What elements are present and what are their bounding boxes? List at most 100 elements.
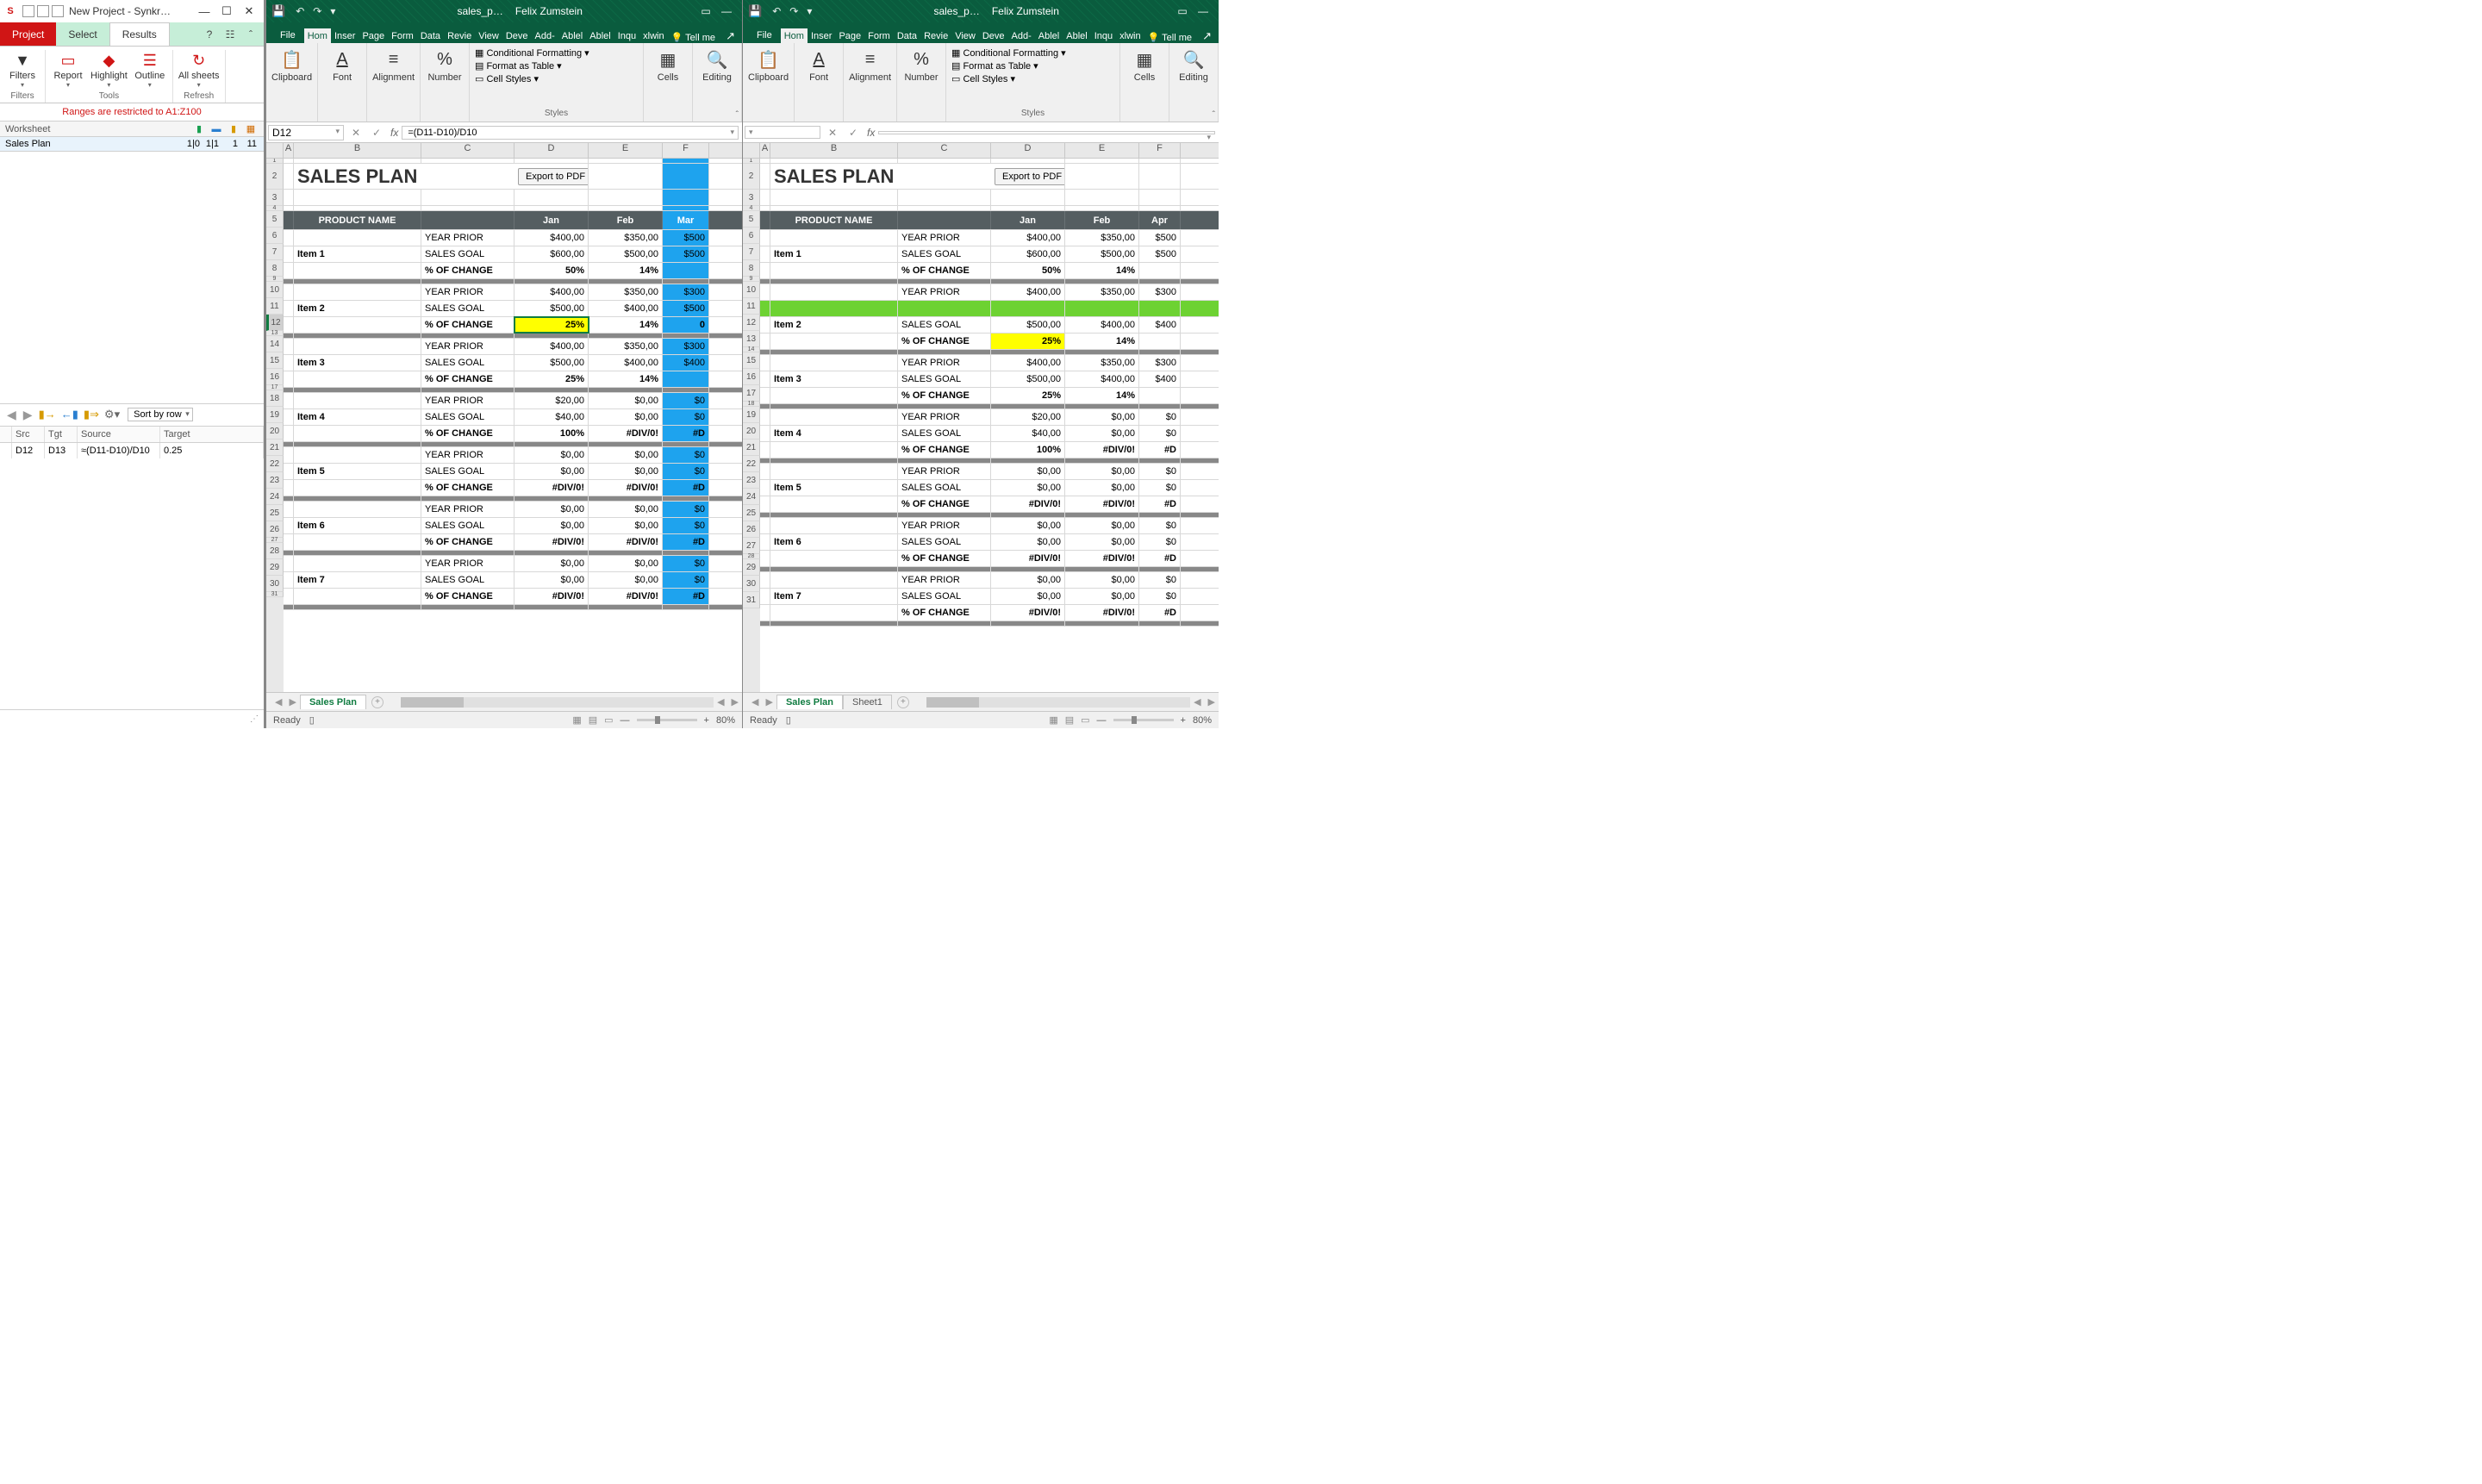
col-header-E[interactable]: E (589, 143, 663, 158)
legend-icon[interactable]: ▮ (226, 123, 241, 134)
row-header[interactable]: 6 (266, 228, 284, 244)
row-header[interactable]: 23 (743, 472, 760, 489)
cell-value[interactable] (1139, 388, 1181, 403)
cell-value[interactable]: $500 (663, 246, 709, 262)
cell-value[interactable]: $0 (663, 393, 709, 408)
cell-value[interactable]: 25% (514, 371, 589, 387)
ribbon-tab-ablel[interactable]: Ablel (1063, 28, 1090, 43)
cell-value[interactable] (663, 371, 709, 387)
select-all[interactable] (266, 143, 284, 158)
row-header[interactable]: 28 (266, 543, 284, 559)
add-sheet-button[interactable]: + (371, 696, 384, 708)
sheet-nav-prev-icon[interactable]: ◀ (271, 696, 285, 708)
collapse-ribbon-icon[interactable]: ˆ (736, 110, 739, 120)
cell-value[interactable]: $20,00 (514, 393, 589, 408)
cell-value[interactable]: $0,00 (589, 447, 663, 463)
spreadsheet-grid[interactable]: ABCDEF1234567891011121314151617181920212… (266, 143, 742, 692)
row-header[interactable]: 27 (743, 538, 760, 554)
minimize-button[interactable]: — (716, 5, 737, 17)
row-header[interactable]: 12 (743, 315, 760, 331)
ribbon-tab-file[interactable]: File (271, 28, 304, 43)
legend-icon[interactable]: ▮ (191, 123, 207, 134)
col-header-B[interactable]: B (770, 143, 898, 158)
cell-value[interactable]: $400,00 (589, 355, 663, 371)
view-break-icon[interactable]: ▭ (604, 714, 613, 726)
cell-value[interactable]: #DIV/0! (514, 589, 589, 604)
ribbon-tab-data[interactable]: Data (417, 28, 444, 43)
row-header[interactable]: 23 (266, 472, 284, 489)
cell-value[interactable]: #DIV/0! (589, 426, 663, 441)
cell-value[interactable]: #D (663, 534, 709, 550)
view-normal-icon[interactable]: ▦ (572, 714, 581, 726)
columns-icon[interactable]: ☷ (221, 22, 240, 46)
cell-value[interactable]: $500,00 (1065, 246, 1139, 262)
ribbon-tab-revie[interactable]: Revie (920, 28, 951, 43)
titlebar-tool-icon[interactable] (22, 5, 34, 17)
zoom-slider[interactable] (637, 719, 697, 721)
legend-icon[interactable]: ▦ (243, 123, 259, 134)
titlebar-tool-icon[interactable] (52, 5, 64, 17)
cell-value[interactable]: $0,00 (589, 409, 663, 425)
sync-left-icon[interactable]: ←▮ (60, 408, 79, 421)
cell-value[interactable]: $400 (1139, 371, 1181, 387)
cell-value[interactable]: $350,00 (589, 230, 663, 246)
cell-value[interactable]: $400,00 (1065, 371, 1139, 387)
cell-value[interactable]: #DIV/0! (1065, 605, 1139, 620)
col-header-D[interactable]: D (991, 143, 1065, 158)
zoom-out-button[interactable]: — (1097, 715, 1107, 726)
cell-value[interactable]: $500 (663, 301, 709, 316)
sync-all-right-icon[interactable]: ▮⇒ (83, 408, 100, 421)
conditional-formatting-button[interactable]: ▦ Conditional Formatting ▾ (951, 47, 1114, 59)
cell-value[interactable]: $0,00 (514, 464, 589, 479)
cell-value[interactable]: 14% (1065, 263, 1139, 278)
font-button[interactable]: AFont (800, 47, 838, 83)
cell-value[interactable]: 25% (514, 317, 589, 333)
maximize-button[interactable]: ☐ (215, 4, 238, 18)
ribbon-tab-view[interactable]: View (951, 28, 979, 43)
sync-right-icon[interactable]: ▮→ (38, 408, 57, 421)
cell-value[interactable]: $0,00 (1065, 572, 1139, 588)
ribbon-tab-inqu[interactable]: Inqu (1091, 28, 1116, 43)
cell-value[interactable]: $400,00 (991, 230, 1065, 246)
cell-value[interactable]: #DIV/0! (589, 534, 663, 550)
view-layout-icon[interactable]: ▤ (589, 714, 597, 726)
cell-value[interactable]: $0,00 (589, 502, 663, 517)
ribbon-tab-ablel[interactable]: Ablel (586, 28, 614, 43)
row-header[interactable]: 8 (743, 260, 760, 277)
cell-value[interactable]: $0,00 (514, 518, 589, 533)
cell-styles-button[interactable]: ▭ Cell Styles ▾ (951, 72, 1114, 85)
cell-value[interactable]: $0,00 (1065, 518, 1139, 533)
cell-value[interactable]: #DIV/0! (991, 551, 1065, 566)
cell-value[interactable]: $0,00 (589, 393, 663, 408)
row-header[interactable]: 30 (266, 576, 284, 592)
ribbon-options-icon[interactable]: ▭ (695, 5, 716, 17)
share-icon[interactable]: ↗ (719, 29, 742, 43)
hscrollbar[interactable] (926, 697, 1190, 708)
cell-value[interactable]: $300 (1139, 355, 1181, 371)
tell-me[interactable]: 💡 Tell me (671, 32, 715, 43)
cell-value[interactable]: $0,00 (589, 556, 663, 571)
cell-value[interactable]: #DIV/0! (589, 589, 663, 604)
row-header[interactable]: 24 (266, 489, 284, 505)
cell-value[interactable]: $400,00 (514, 339, 589, 354)
cell-value[interactable]: $0 (1139, 464, 1181, 479)
clipboard-button[interactable]: 📋Clipboard (271, 47, 312, 83)
row-header[interactable]: 13 (743, 331, 760, 347)
cell-value[interactable]: $500 (663, 230, 709, 246)
cells-area[interactable]: SALES PLAN 2017Export to PDFPRODUCT NAME… (760, 159, 1219, 692)
minimize-button[interactable]: — (193, 5, 215, 18)
cell-value[interactable]: 14% (589, 371, 663, 387)
name-box[interactable] (745, 126, 820, 139)
diff-grid-row[interactable]: D12 D13 ≈(D11-D10)/D10 0.25 (0, 443, 264, 458)
cell-value[interactable]: $500 (1139, 246, 1181, 262)
clipboard-button[interactable]: 📋Clipboard (748, 47, 789, 83)
settings-icon[interactable]: ⚙▾ (103, 408, 121, 421)
cell-value[interactable]: #DIV/0! (991, 605, 1065, 620)
ribbon-tab-page[interactable]: Page (359, 28, 388, 43)
cell-value[interactable]: $500,00 (514, 355, 589, 371)
cell-value[interactable]: 100% (991, 442, 1065, 458)
ribbon-tab-page[interactable]: Page (835, 28, 864, 43)
cell-value[interactable]: $0 (663, 464, 709, 479)
cell-value[interactable]: $500,00 (589, 246, 663, 262)
name-box[interactable]: D12 (268, 125, 344, 140)
